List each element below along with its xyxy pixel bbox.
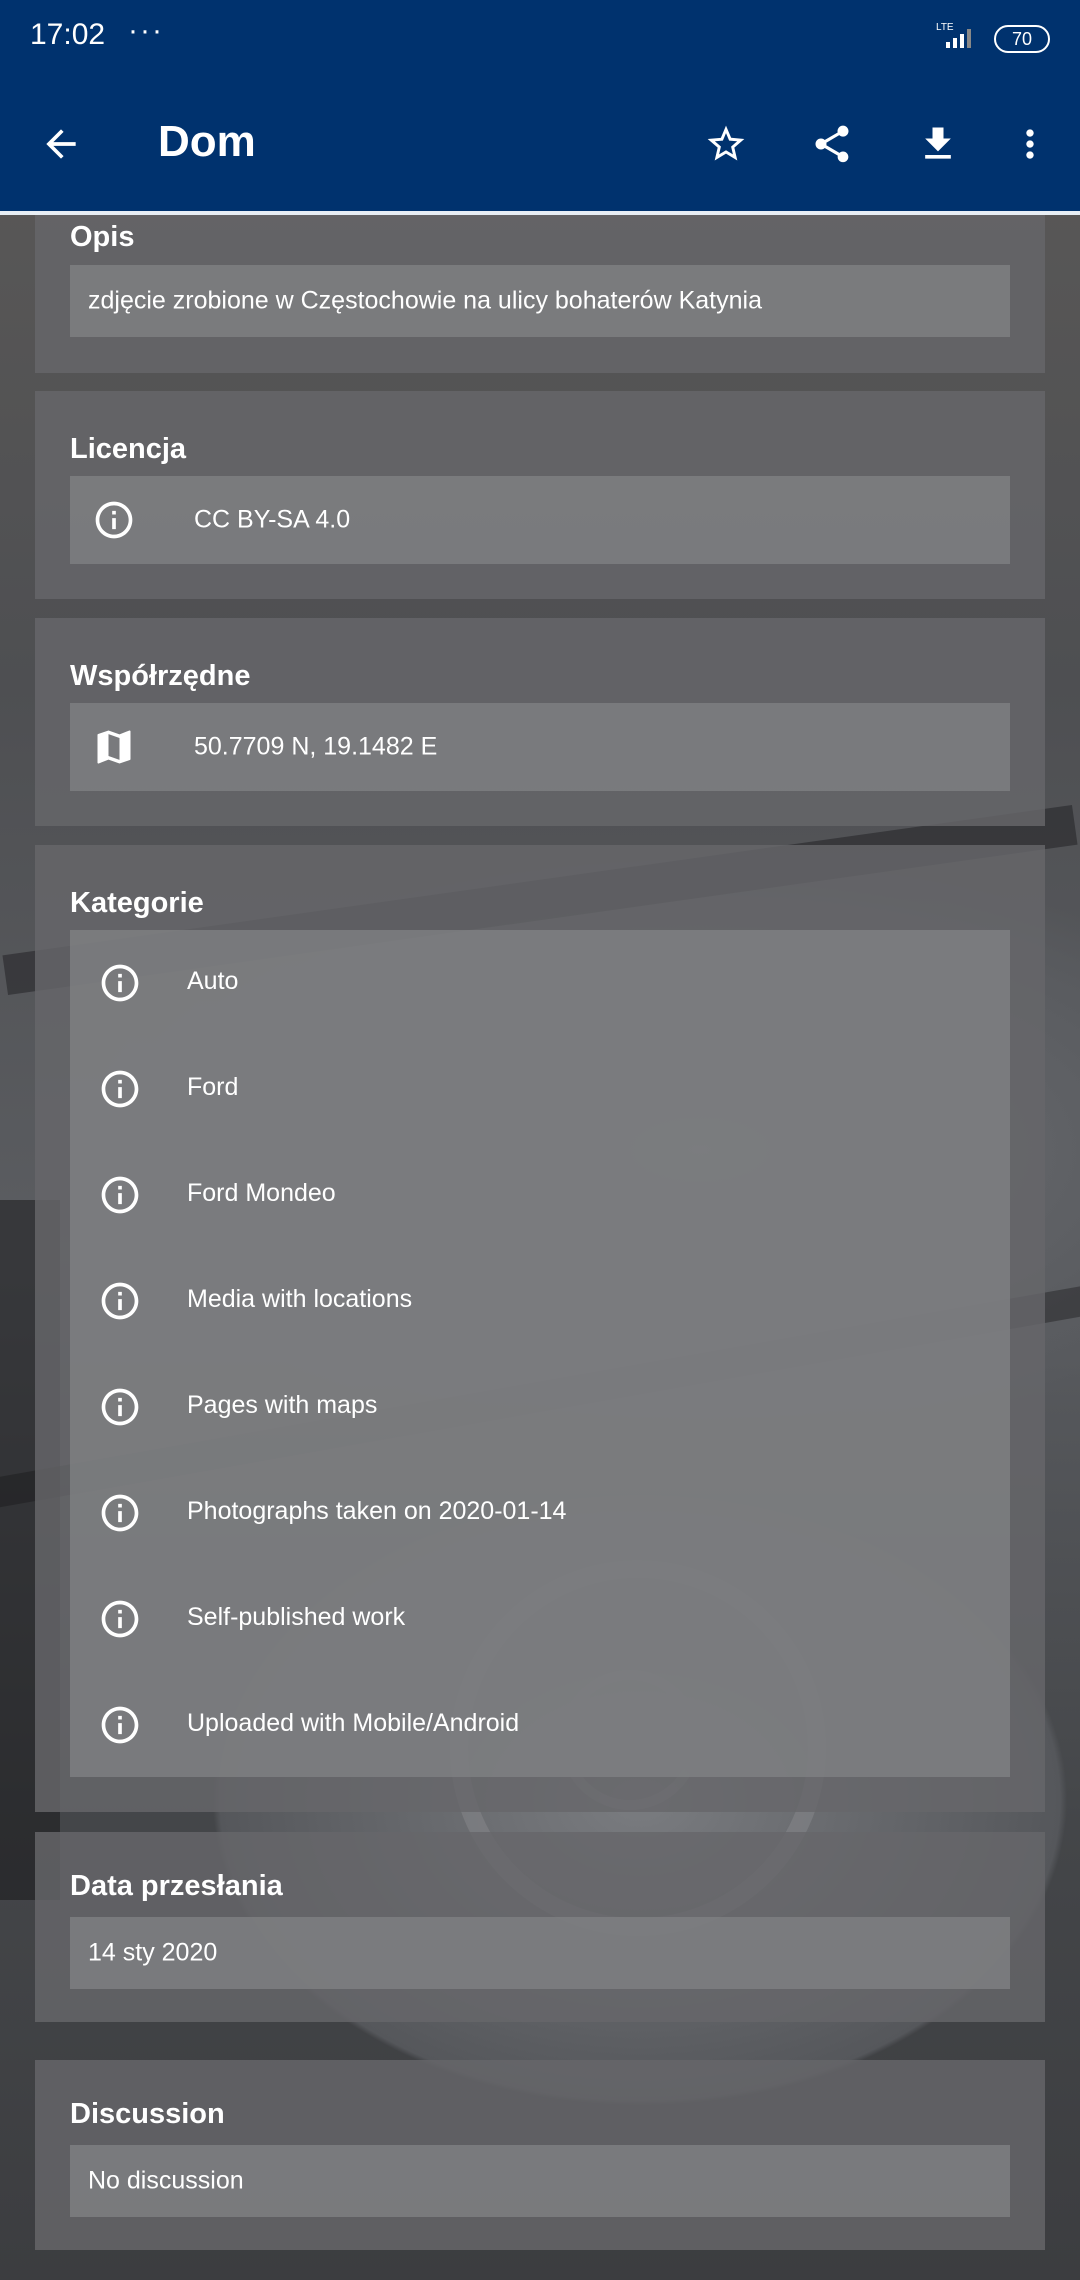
category-label: Auto	[187, 967, 239, 995]
more-vert-icon	[1026, 129, 1034, 159]
discussion-heading: Discussion	[70, 2098, 225, 2130]
upload-date-field: 14 sty 2020	[70, 1917, 1010, 1989]
category-label: Ford Mondeo	[187, 1179, 336, 1207]
discussion-card: Discussion No discussion	[35, 2060, 1045, 2250]
description-card: Opis zdjęcie zrobione w Częstochowie na …	[35, 215, 1045, 373]
category-label: Photographs taken on 2020-01-14	[187, 1497, 567, 1525]
info-icon	[101, 964, 139, 1002]
category-item[interactable]: Uploaded with Mobile/Android	[70, 1672, 1010, 1778]
info-icon	[101, 1494, 139, 1532]
license-card: Licencja CC BY-SA 4.0	[35, 391, 1045, 599]
category-label: Ford	[187, 1073, 239, 1101]
info-icon	[101, 1706, 139, 1744]
info-icon	[101, 1070, 139, 1108]
notification-dots: ···	[128, 14, 164, 47]
upload-date-card: Data przesłania 14 sty 2020	[35, 1832, 1045, 2022]
battery-indicator: 70	[994, 25, 1050, 53]
category-label: Uploaded with Mobile/Android	[187, 1709, 520, 1737]
category-item[interactable]: Ford Mondeo	[70, 1142, 1010, 1248]
coordinates-heading: Współrzędne	[70, 660, 251, 692]
info-icon	[95, 501, 133, 539]
share-icon	[815, 125, 849, 163]
description-heading: Opis	[70, 221, 135, 253]
coordinates-value: 50.7709 N, 19.1482 E	[194, 732, 438, 761]
license-field[interactable]: CC BY-SA 4.0	[70, 476, 1010, 564]
map-icon	[97, 730, 131, 764]
license-heading: Licencja	[70, 433, 187, 465]
arrow-back-icon	[46, 129, 76, 159]
download-button[interactable]	[908, 114, 968, 174]
category-item[interactable]: Photographs taken on 2020-01-14	[70, 1460, 1010, 1566]
download-icon	[925, 127, 951, 159]
more-options-button[interactable]	[1000, 114, 1060, 174]
upload-date-heading: Data przesłania	[70, 1870, 283, 1902]
page-title: Dom	[158, 117, 256, 166]
category-item[interactable]: Ford	[70, 1036, 1010, 1142]
share-button[interactable]	[802, 114, 862, 174]
category-item[interactable]: Self-published work	[70, 1566, 1010, 1672]
license-value: CC BY-SA 4.0	[194, 505, 351, 534]
category-label: Self-published work	[187, 1603, 406, 1631]
info-icon	[101, 1388, 139, 1426]
back-button[interactable]	[31, 114, 91, 174]
info-icon	[101, 1176, 139, 1214]
signal-icon: LTE	[936, 22, 971, 48]
description-text: zdjęcie zrobione w Częstochowie na ulicy…	[88, 286, 762, 315]
category-item[interactable]: Media with locations	[70, 1248, 1010, 1354]
categories-card: Kategorie Auto Ford Ford Mondeo Media wi…	[35, 845, 1045, 1812]
status-bar: 17:02 ··· LTE 70	[0, 0, 1080, 75]
category-item[interactable]: Pages with maps	[70, 1354, 1010, 1460]
star-outline-icon	[707, 125, 745, 161]
status-time: 17:02	[30, 18, 106, 51]
upload-date-value: 14 sty 2020	[88, 1938, 218, 1967]
category-item[interactable]: Auto	[70, 930, 1010, 1036]
discussion-value: No discussion	[88, 2166, 244, 2195]
description-field: zdjęcie zrobione w Częstochowie na ulicy…	[70, 265, 1010, 337]
app-bar: Dom	[0, 75, 1080, 215]
category-label: Pages with maps	[187, 1391, 378, 1419]
coordinates-field[interactable]: 50.7709 N, 19.1482 E	[70, 703, 1010, 791]
discussion-field[interactable]: No discussion	[70, 2145, 1010, 2217]
categories-heading: Kategorie	[70, 887, 204, 919]
coordinates-card: Współrzędne 50.7709 N, 19.1482 E	[35, 618, 1045, 826]
info-icon	[101, 1600, 139, 1638]
info-icon	[101, 1282, 139, 1320]
categories-list: Auto Ford Ford Mondeo Media with locatio…	[70, 930, 1010, 1777]
network-type: LTE	[936, 22, 954, 33]
favorite-button[interactable]	[696, 114, 756, 174]
category-label: Media with locations	[187, 1285, 413, 1313]
